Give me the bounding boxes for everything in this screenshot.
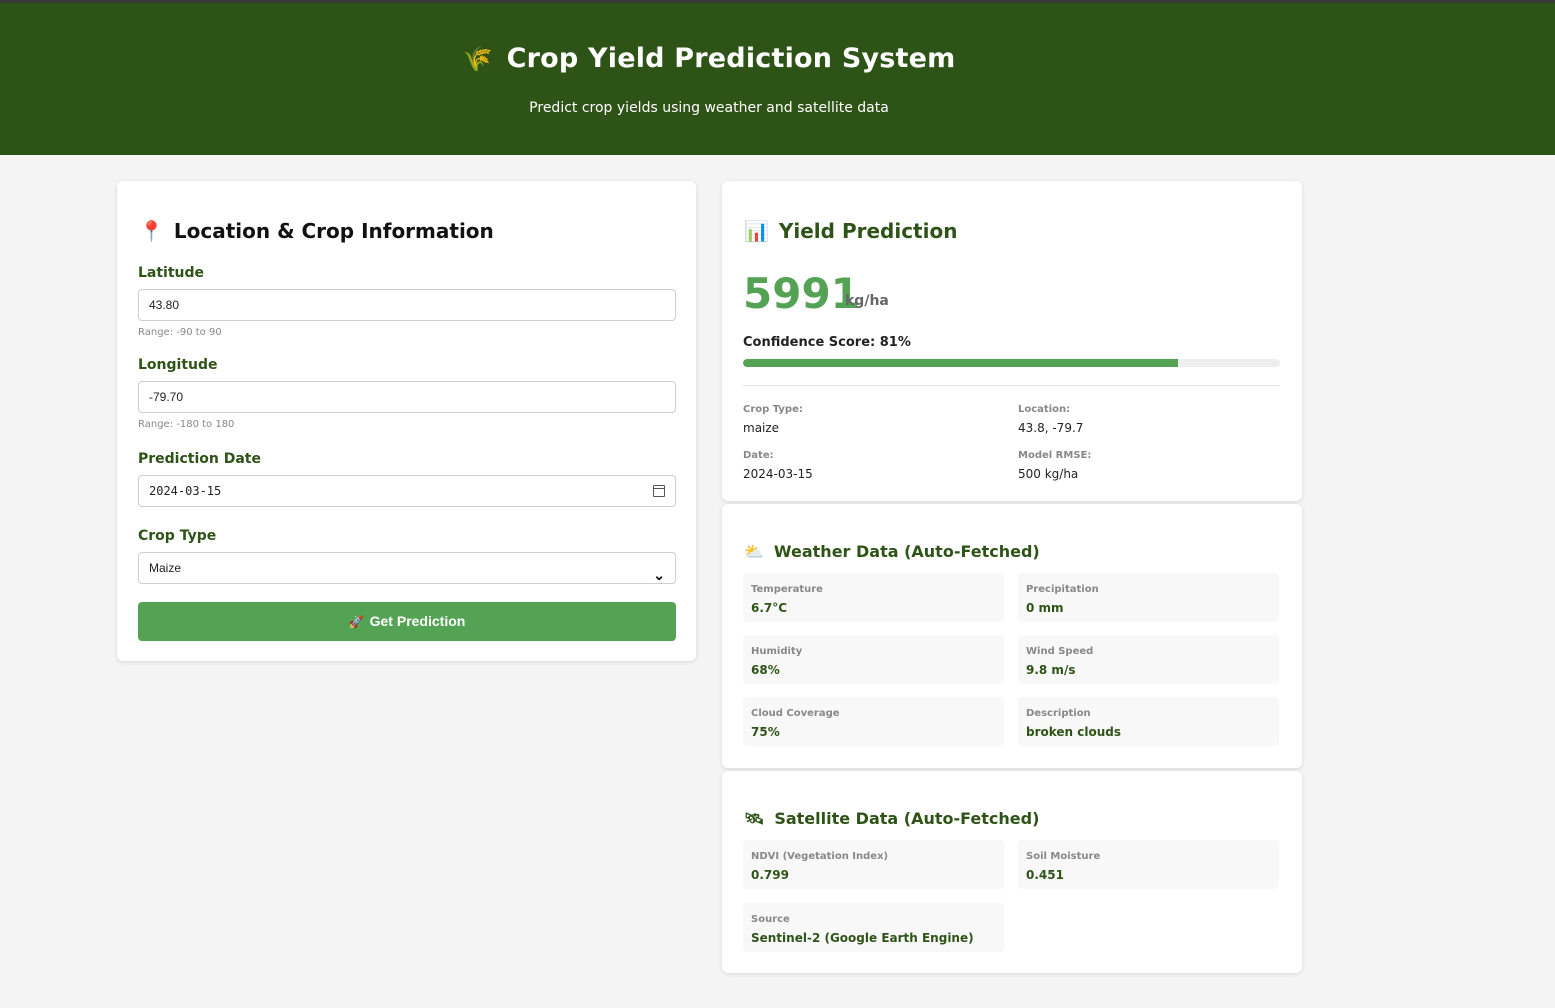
- crop-type-detail-label: Crop Type:: [743, 404, 803, 415]
- divider: [743, 385, 1280, 386]
- chevron-down-icon: ⌄: [653, 567, 665, 583]
- satellite-tile-soil-moisture: Soil Moisture 0.451: [1018, 840, 1279, 889]
- confidence-bar: [743, 359, 1280, 367]
- longitude-input[interactable]: -79.70: [138, 381, 676, 413]
- form-title: 📍 Location & Crop Information: [139, 219, 494, 243]
- form-title-text: Location & Crop Information: [173, 219, 494, 243]
- tile-value: 68%: [751, 663, 780, 677]
- weather-tile-temperature: Temperature 6.7°C: [743, 573, 1004, 622]
- tile-label: Description: [1026, 708, 1091, 719]
- tile-label: Temperature: [751, 584, 823, 595]
- weather-tile-cloud-coverage: Cloud Coverage 75%: [743, 697, 1004, 746]
- location-detail-label: Location:: [1018, 404, 1071, 415]
- tile-value: 0.451: [1026, 868, 1064, 882]
- weather-icon: ⛅: [744, 542, 764, 561]
- weather-tile-precipitation: Precipitation 0 mm: [1018, 573, 1279, 622]
- date-value: 2024-03-15: [149, 484, 222, 498]
- longitude-hint: Range: -180 to 180: [138, 419, 235, 430]
- page-subtitle: Predict crop yields using weather and sa…: [529, 100, 889, 116]
- date-detail-label: Date:: [743, 450, 774, 461]
- date-label: Prediction Date: [138, 451, 261, 467]
- weather-title-text: Weather Data (Auto-Fetched): [773, 542, 1040, 561]
- latitude-hint: Range: -90 to 90: [138, 327, 222, 338]
- satellite-tile-ndvi: NDVI (Vegetation Index) 0.799: [743, 840, 1004, 889]
- yield-prediction-card: 📊 Yield Prediction 5991 kg/ha Confidence …: [722, 181, 1302, 501]
- date-input[interactable]: 2024-03-15: [138, 475, 676, 507]
- rmse-detail-value: 500 kg/ha: [1018, 467, 1079, 481]
- tile-label: Wind Speed: [1026, 646, 1094, 657]
- confidence-label: Confidence Score: 81%: [743, 335, 911, 350]
- page-title: 🌾 Crop Yield Prediction System: [0, 43, 1418, 74]
- tile-label: NDVI (Vegetation Index): [751, 851, 889, 862]
- crop-type-label: Crop Type: [138, 528, 217, 544]
- page-header: 🌾 Crop Yield Prediction System Predict cr…: [0, 3, 1555, 155]
- satellite-title: 🛰 Satellite Data (Auto-Fetched): [744, 809, 1039, 828]
- tile-value: Sentinel-2 (Google Earth Engine): [751, 931, 974, 945]
- longitude-label: Longitude: [138, 357, 218, 373]
- tile-label: Cloud Coverage: [751, 708, 840, 719]
- confidence-bar-fill: [743, 359, 1178, 367]
- prediction-title-text: Yield Prediction: [778, 219, 958, 243]
- wheat-icon: 🌾: [462, 45, 493, 73]
- pin-icon: 📍: [139, 219, 164, 243]
- calendar-icon[interactable]: [653, 485, 665, 497]
- tile-label: Humidity: [751, 646, 803, 657]
- location-crop-form: 📍 Location & Crop Information Latitude 43…: [117, 181, 696, 661]
- yield-unit: kg/ha: [845, 293, 889, 309]
- latitude-label: Latitude: [138, 265, 205, 281]
- satellite-data-card: 🛰 Satellite Data (Auto-Fetched) NDVI (Veg…: [722, 771, 1302, 973]
- tile-label: Precipitation: [1026, 584, 1099, 595]
- crop-type-value: Maize: [149, 561, 182, 575]
- crop-type-detail-value: maize: [743, 421, 780, 435]
- tile-value: 0 mm: [1026, 601, 1064, 615]
- weather-data-card: ⛅ Weather Data (Auto-Fetched) Temperature…: [722, 504, 1302, 768]
- satellite-icon: 🛰: [744, 809, 765, 828]
- tile-value: 9.8 m/s: [1026, 663, 1076, 677]
- date-detail-value: 2024-03-15: [743, 467, 813, 481]
- weather-tile-humidity: Humidity 68%: [743, 635, 1004, 684]
- tile-value: 6.7°C: [751, 601, 788, 615]
- prediction-title: 📊 Yield Prediction: [744, 219, 957, 243]
- tile-label: Source: [751, 914, 790, 925]
- rocket-icon: 🚀: [348, 615, 364, 629]
- location-detail-value: 43.8, -79.7: [1018, 421, 1084, 435]
- get-prediction-label: Get Prediction: [369, 613, 466, 629]
- tile-label: Soil Moisture: [1026, 851, 1101, 862]
- tile-value: broken clouds: [1026, 725, 1122, 739]
- tile-value: 0.799: [751, 868, 789, 882]
- satellite-tile-source: Source Sentinel-2 (Google Earth Engine): [743, 903, 1004, 952]
- latitude-input[interactable]: 43.80: [138, 289, 676, 321]
- rmse-detail-label: Model RMSE:: [1018, 450, 1092, 461]
- weather-tile-wind-speed: Wind Speed 9.8 m/s: [1018, 635, 1279, 684]
- satellite-title-text: Satellite Data (Auto-Fetched): [774, 809, 1040, 828]
- get-prediction-button[interactable]: 🚀 Get Prediction: [138, 602, 676, 641]
- bar-chart-icon: 📊: [744, 219, 769, 243]
- weather-title: ⛅ Weather Data (Auto-Fetched): [744, 542, 1040, 561]
- weather-tile-description: Description broken clouds: [1018, 697, 1279, 746]
- page-title-text: Crop Yield Prediction System: [506, 43, 956, 74]
- crop-type-select[interactable]: Maize ⌄: [138, 552, 676, 584]
- yield-value: 5991: [743, 269, 860, 318]
- tile-value: 75%: [751, 725, 780, 739]
